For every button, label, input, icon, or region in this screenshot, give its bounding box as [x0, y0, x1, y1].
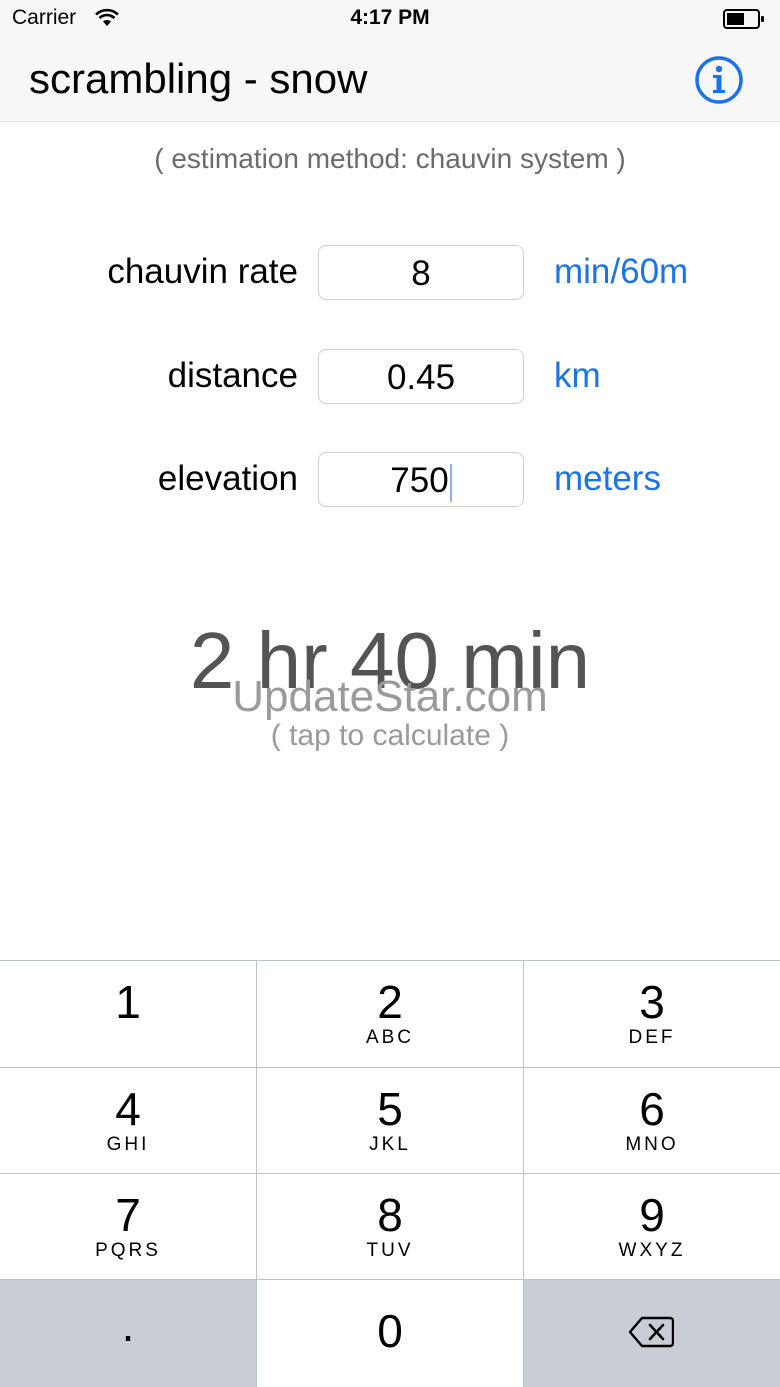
navigation-bar: scrambling - snow	[0, 38, 780, 122]
key-3[interactable]: 3 DEF	[524, 961, 780, 1067]
chauvin-rate-unit: min/60m	[554, 252, 689, 291]
key-2-letters: ABC	[365, 1027, 415, 1048]
key-5[interactable]: 5 JKL	[257, 1068, 523, 1173]
key-8-digit: 8	[377, 1189, 403, 1241]
chauvin-rate-label: chauvin rate	[107, 252, 298, 291]
distance-label: distance	[167, 356, 298, 395]
status-time: 4:17 PM	[350, 6, 430, 29]
watermark: UpdateStar.com	[232, 672, 548, 721]
elevation-label: elevation	[157, 459, 298, 498]
key-7-digit: 7	[115, 1189, 141, 1241]
key-6-letters: MNO	[625, 1134, 679, 1155]
key-9-letters: WXYZ	[618, 1240, 686, 1261]
key-2[interactable]: 2 ABC	[257, 961, 523, 1067]
key-6[interactable]: 6 MNO	[524, 1068, 780, 1173]
key-5-letters: JKL	[369, 1134, 411, 1155]
key-4[interactable]: 4 GHI	[0, 1068, 256, 1173]
estimation-method-text: ( estimation method: chauvin system )	[154, 143, 626, 174]
key-0[interactable]: 0	[257, 1280, 523, 1387]
key-3-digit: 3	[639, 976, 665, 1028]
key-6-digit: 6	[639, 1083, 665, 1135]
status-bar: Carrier 4:17 PM	[0, 0, 780, 38]
backspace-icon	[628, 1316, 674, 1348]
chauvin-rate-input[interactable]: 8	[318, 245, 524, 300]
text-cursor	[449, 463, 452, 502]
delete-key[interactable]	[524, 1280, 780, 1387]
key-4-digit: 4	[115, 1083, 141, 1135]
key-8[interactable]: 8 TUV	[257, 1174, 523, 1279]
key-1-digit: 1	[115, 976, 141, 1028]
key-7-letters: PQRS	[95, 1240, 161, 1261]
distance-value: 0.45	[386, 358, 456, 397]
page-title: scrambling - snow	[29, 55, 368, 102]
key-9[interactable]: 9 WXYZ	[524, 1174, 780, 1279]
chauvin-rate-value: 8	[411, 254, 431, 293]
key-8-letters: TUV	[366, 1240, 414, 1261]
key-7[interactable]: 7 PQRS	[0, 1174, 256, 1279]
key-decimal-symbol: .	[121, 1299, 135, 1351]
numeric-keypad: 1 2 ABC 3 DEF 4 GHI 5 JKL 6 MNO 7 PQRS 8…	[0, 960, 780, 1387]
key-2-digit: 2	[377, 976, 403, 1028]
tap-to-calculate-hint: ( tap to calculate )	[270, 719, 510, 752]
key-3-letters: DEF	[628, 1027, 676, 1048]
elevation-value: 750	[390, 461, 449, 500]
distance-input[interactable]: 0.45	[318, 349, 524, 404]
key-9-digit: 9	[639, 1189, 665, 1241]
elevation-input[interactable]: 750	[318, 452, 524, 507]
key-5-digit: 5	[377, 1083, 403, 1135]
battery-icon	[723, 9, 764, 29]
distance-unit: km	[554, 356, 601, 395]
key-4-letters: GHI	[106, 1134, 150, 1155]
key-1[interactable]: 1	[0, 961, 256, 1067]
key-0-digit: 0	[377, 1305, 403, 1357]
key-decimal[interactable]: .	[0, 1280, 256, 1387]
elevation-unit: meters	[554, 459, 661, 498]
info-icon[interactable]	[694, 55, 744, 105]
